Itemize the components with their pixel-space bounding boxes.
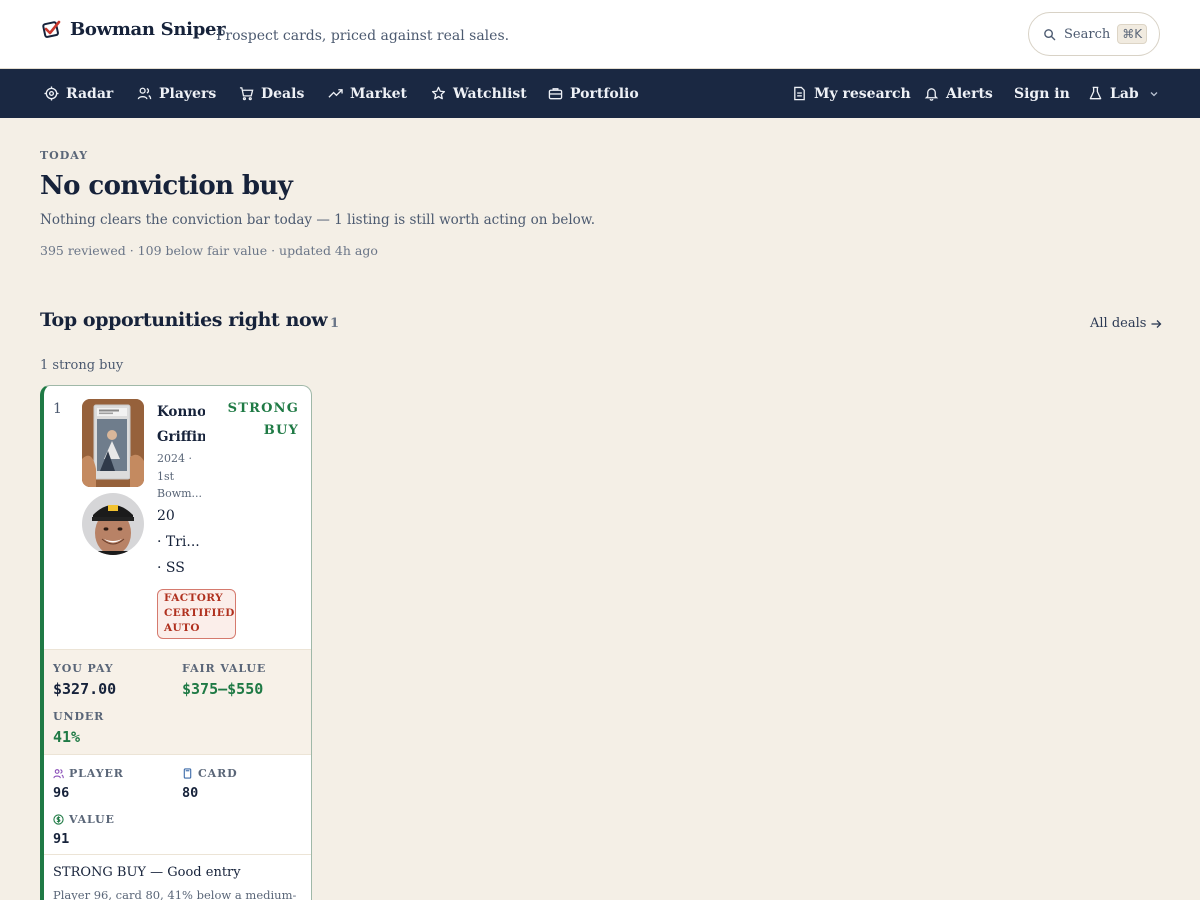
briefcase-icon: [548, 88, 563, 100]
player-name[interactable]: Konnor Griffin: [157, 400, 205, 450]
deal-card[interactable]: 1 Konn Griffin 2024 · 1st Bowm... 20 · T…: [40, 385, 312, 900]
card-score-label: CARD: [182, 767, 238, 780]
search-button[interactable]: Search ⌘K: [1028, 12, 1160, 56]
hero-meta: 395 reviewed · 109 below fair value · up…: [40, 243, 378, 258]
nav-portfolio[interactable]: Portfolio: [548, 69, 639, 118]
nav-market[interactable]: Market: [328, 69, 407, 118]
all-deals-link[interactable]: All deals: [1090, 316, 1162, 331]
player-score-label: PLAYER: [53, 767, 124, 780]
star-icon: [431, 86, 446, 100]
hero-subtitle: Nothing clears the conviction bar today …: [40, 212, 596, 228]
player-avatar-image: [82, 493, 144, 555]
value-score: 91: [53, 831, 70, 847]
top-header: Bowman Sniper Prospect cards, priced aga…: [0, 0, 1200, 69]
cart-icon: [239, 87, 254, 101]
you-pay-label: YOU PAY: [53, 662, 114, 675]
document-icon: [794, 86, 805, 101]
trend-up-icon: [328, 89, 343, 98]
nav-deals-label: Deals: [261, 85, 305, 102]
nav-sign-in-label: Sign in: [1014, 85, 1070, 102]
deal-rank: 1: [53, 401, 62, 417]
nav-my-research[interactable]: My research: [792, 69, 911, 118]
users-icon: [53, 769, 64, 779]
strong-buy-count: 1 strong buy: [40, 358, 124, 373]
under-value: 41%: [53, 728, 81, 746]
arrow-right-icon: [1151, 319, 1162, 328]
player-avatar[interactable]: [82, 493, 144, 555]
nav-alerts[interactable]: Alerts: [924, 69, 993, 118]
target-icon: [44, 86, 59, 101]
nav-radar[interactable]: Radar: [44, 69, 113, 118]
bell-icon: [924, 88, 939, 101]
player-last-name: Griffin: [157, 429, 205, 445]
main-nav: Radar Players Deals Market Watchlist Por…: [0, 69, 1200, 118]
users-icon: [137, 87, 152, 100]
brand-logo-icon: [42, 20, 61, 38]
chevron-down-icon: [1150, 91, 1158, 96]
fair-value-label: FAIR VALUE: [182, 662, 267, 675]
verdict-line-1: STRONG: [227, 401, 299, 416]
all-deals-label: All deals: [1090, 316, 1147, 331]
player-position: · SS: [157, 560, 185, 576]
score-block: PLAYER 96 CARD 80 VALUE 91: [44, 755, 311, 855]
player-score: 96: [53, 785, 70, 801]
value-score-label: VALUE: [53, 813, 115, 826]
card-set-line-2: 1st: [157, 469, 175, 483]
factory-certified-auto-badge: FACTORY CERTIFIED AUTO: [157, 589, 236, 639]
deal-summary-title: STRONG BUY — Good entry: [53, 865, 241, 880]
card-icon: [183, 768, 192, 779]
card-set-line-1: 2024 ·: [157, 452, 192, 465]
tagline: Prospect cards, priced against real sale…: [216, 28, 510, 44]
nav-watchlist-label: Watchlist: [453, 85, 527, 102]
nav-my-research-label: My research: [814, 85, 911, 102]
brand[interactable]: Bowman Sniper: [40, 18, 226, 40]
nav-players[interactable]: Players: [137, 69, 216, 118]
verdict-badge: STRONG BUY: [228, 398, 299, 442]
card-set-line-3: Bowm...: [157, 487, 203, 500]
card-score-label-text: CARD: [198, 767, 238, 780]
under-label: UNDER: [53, 710, 105, 723]
nav-lab-label: Lab: [1110, 85, 1139, 102]
nav-watchlist[interactable]: Watchlist: [431, 69, 527, 118]
search-label: Search: [1064, 26, 1111, 42]
section-title: Top opportunities right now: [40, 309, 328, 331]
section-count-badge: 1: [330, 316, 340, 331]
card-photo-image: [82, 399, 144, 487]
value-score-label-text: VALUE: [69, 813, 115, 826]
nav-alerts-label: Alerts: [946, 85, 993, 102]
nav-radar-label: Radar: [66, 85, 114, 102]
nav-market-label: Market: [350, 85, 408, 102]
fair-value-range: $375–$550: [182, 680, 264, 698]
player-age: 20: [157, 508, 175, 524]
card-photo[interactable]: [82, 399, 144, 487]
page-title: No conviction buy: [40, 171, 293, 201]
dollar-circle-icon: [53, 814, 64, 825]
card-set: 2024 · 1st Bowm...: [157, 450, 205, 503]
verdict-line-2: BUY: [263, 423, 299, 438]
player-score-label-text: PLAYER: [69, 767, 124, 780]
price-block: YOU PAY $327.00 FAIR VALUE $375–$550 UND…: [44, 649, 311, 755]
card-score: 80: [182, 785, 199, 801]
flask-icon: [1089, 86, 1102, 100]
nav-sign-in[interactable]: Sign in: [1014, 69, 1070, 118]
search-icon: [1044, 28, 1056, 40]
you-pay-value: $327.00: [53, 680, 117, 698]
nav-lab[interactable]: Lab: [1088, 69, 1159, 118]
player-first-name: Konnor: [157, 404, 205, 420]
deal-summary-body: Player 96, card 80, 41% below a medium-: [53, 888, 297, 900]
player-level: · Tri...: [157, 534, 200, 550]
nav-players-label: Players: [159, 85, 217, 102]
brand-name: Bowman Sniper: [70, 18, 226, 40]
hero-eyebrow: TODAY: [40, 149, 89, 162]
search-shortcut: ⌘K: [1117, 24, 1148, 44]
nav-deals[interactable]: Deals: [239, 69, 304, 118]
nav-portfolio-label: Portfolio: [570, 85, 639, 102]
